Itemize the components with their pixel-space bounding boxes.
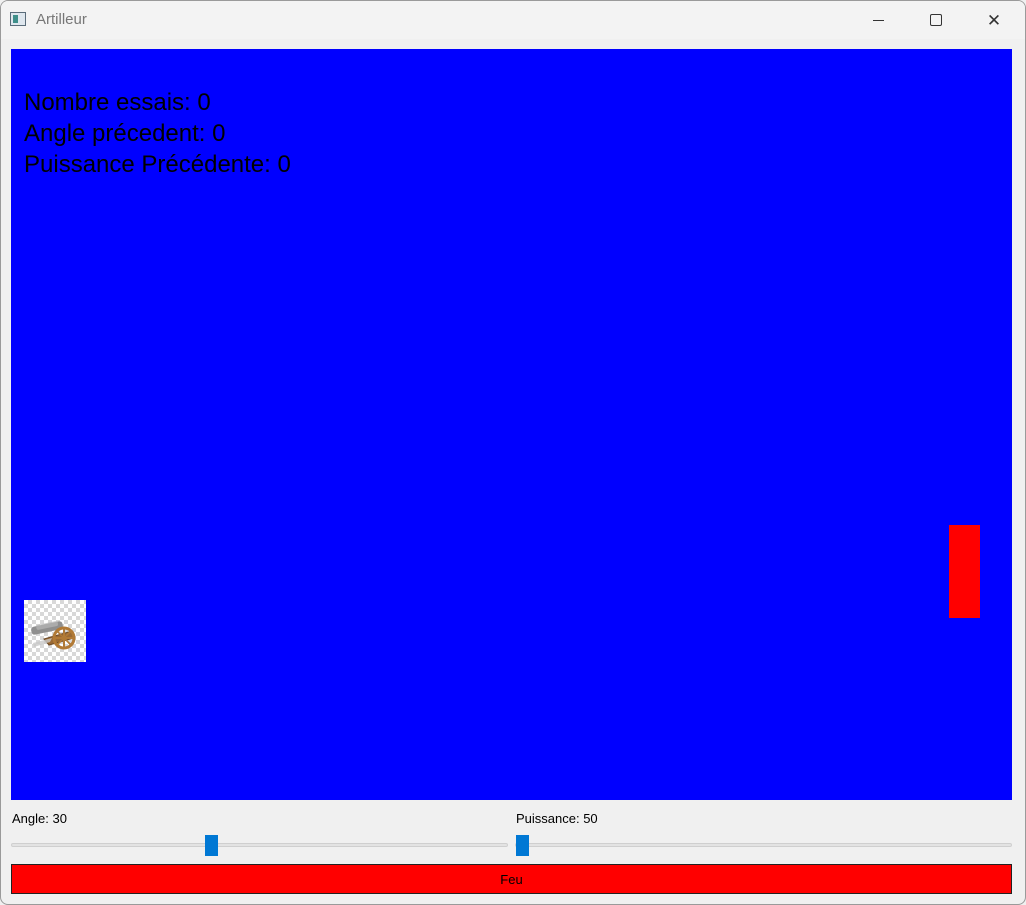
close-icon: ✕ [986, 10, 1002, 30]
target-block [949, 525, 980, 618]
minimize-icon [872, 19, 884, 21]
cannon-icon [24, 600, 86, 662]
power-slider-handle[interactable] [516, 835, 529, 856]
close-button[interactable]: ✕ [965, 1, 1023, 39]
game-canvas: Nombre essais: 0 Angle précedent: 0 Puis… [11, 49, 1012, 800]
angle-slider-track[interactable] [11, 843, 508, 847]
window-title: Artilleur [36, 11, 87, 28]
previous-angle: Angle précedent: 0 [24, 120, 226, 147]
fire-button[interactable]: Feu [11, 864, 1012, 894]
maximize-button[interactable] [907, 1, 965, 39]
power-label: Puissance: 50 [516, 811, 598, 826]
minimize-button[interactable] [849, 1, 907, 39]
angle-label: Angle: 30 [12, 811, 67, 826]
angle-slider-handle[interactable] [205, 835, 218, 856]
cannon-graphic [31, 621, 76, 650]
maximize-icon [930, 14, 942, 26]
power-slider-track[interactable] [515, 843, 1012, 847]
app-window: Artilleur ✕ Nombre essais: 0 Angle préce… [0, 0, 1026, 905]
previous-power: Puissance Précédente: 0 [24, 151, 291, 178]
title-bar[interactable]: Artilleur ✕ [1, 1, 1025, 39]
app-window-icon [10, 12, 26, 26]
attempts-counter: Nombre essais: 0 [24, 89, 211, 116]
